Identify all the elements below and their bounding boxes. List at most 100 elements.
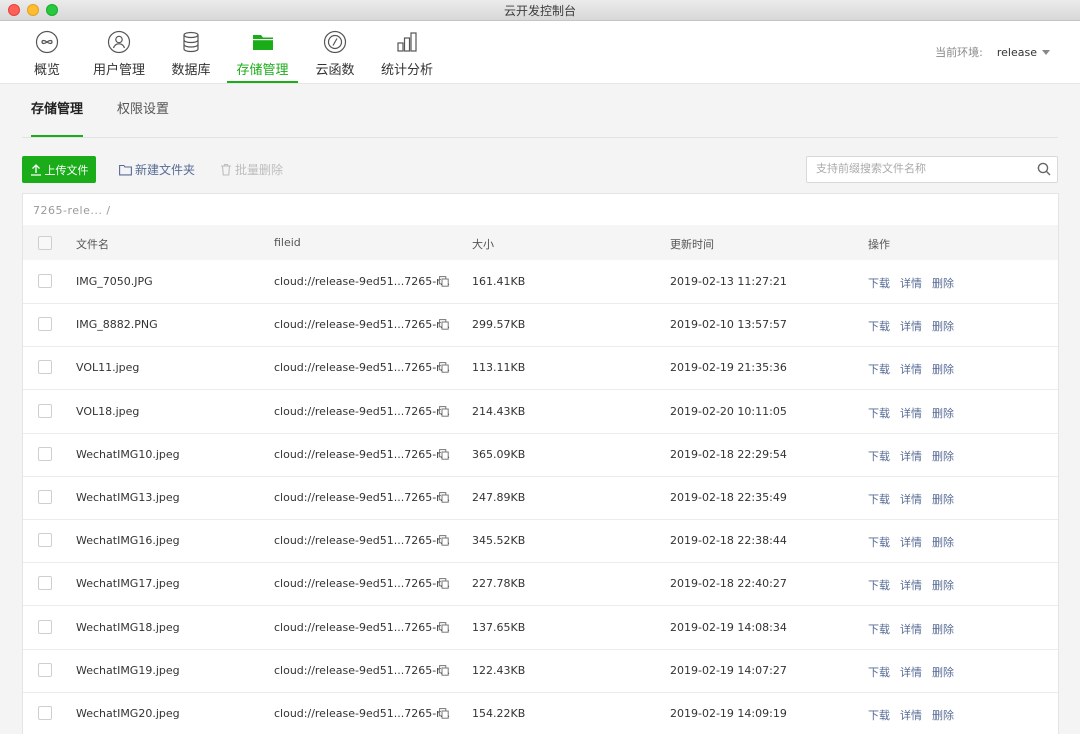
copy-icon[interactable] — [439, 362, 449, 374]
copy-icon[interactable] — [439, 621, 449, 633]
row-checkbox[interactable] — [38, 490, 52, 504]
copy-icon[interactable] — [439, 492, 449, 503]
row-checkbox[interactable] — [38, 446, 52, 461]
details-link[interactable]: 详情 — [900, 450, 922, 463]
folder-outline-icon — [119, 164, 132, 175]
delete-link[interactable]: 删除 — [932, 320, 954, 333]
delete-link[interactable]: 删除 — [932, 407, 954, 420]
table-row: IMG_7050.JPG cloud://release-9ed51...7265… — [23, 260, 1058, 304]
delete-link[interactable]: 删除 — [932, 623, 954, 636]
file-size: 227.78KB — [472, 577, 526, 591]
column-header-size[interactable]: 大小 — [472, 236, 494, 252]
batch-delete-button[interactable]: 批量删除 — [220, 156, 283, 183]
details-link[interactable]: 详情 — [900, 277, 922, 290]
row-checkbox[interactable] — [38, 662, 52, 677]
copy-icon[interactable] — [439, 276, 449, 287]
copy-icon[interactable] — [439, 448, 449, 460]
delete-link[interactable]: 删除 — [932, 363, 954, 376]
infinity-icon — [35, 30, 59, 54]
download-link[interactable]: 下载 — [868, 666, 890, 679]
delete-link[interactable]: 删除 — [932, 277, 954, 290]
toolbar: 上传文件 新建文件夹 批量删除 — [22, 156, 1058, 183]
details-link[interactable]: 详情 — [900, 536, 922, 549]
environment-dropdown[interactable]: release — [997, 46, 1050, 59]
upload-file-button[interactable]: 上传文件 — [22, 156, 96, 183]
file-name: VOL11.jpeg — [76, 361, 140, 375]
download-link[interactable]: 下载 — [868, 493, 890, 506]
tab-permissions[interactable]: 权限设置 — [117, 84, 169, 136]
row-checkbox[interactable] — [38, 403, 52, 418]
user-icon — [107, 30, 131, 54]
column-header-time[interactable]: 更新时间 — [670, 236, 714, 252]
nav-item-users[interactable]: 用户管理 — [92, 21, 146, 83]
nav-item-label: 概览 — [33, 63, 60, 78]
file-update-time: 2019-02-18 22:35:49 — [670, 491, 787, 504]
row-checkbox[interactable] — [38, 360, 52, 375]
details-link[interactable]: 详情 — [900, 623, 922, 636]
file-id: cloud://release-9ed51...7265-r... — [274, 404, 451, 418]
row-checkbox[interactable] — [38, 706, 52, 720]
nav-item-database[interactable]: 数据库 — [170, 21, 212, 83]
download-link[interactable]: 下载 — [868, 407, 890, 420]
breadcrumb[interactable]: 7265-rele... / — [33, 206, 111, 218]
tab-storage[interactable]: 存储管理 — [31, 84, 84, 137]
details-link[interactable]: 详情 — [900, 666, 922, 679]
download-link[interactable]: 下载 — [868, 709, 890, 722]
download-link[interactable]: 下载 — [868, 363, 890, 376]
row-actions: 下载 详情 删除 — [868, 361, 964, 377]
table-row: VOL11.jpeg cloud://release-9ed51...7265-r… — [23, 346, 1058, 391]
copy-icon[interactable] — [439, 405, 449, 417]
details-link[interactable]: 详情 — [900, 320, 922, 333]
copy-icon[interactable] — [439, 664, 449, 676]
download-link[interactable]: 下载 — [868, 320, 890, 333]
file-id: cloud://release-9ed51...7265-r... — [274, 491, 451, 504]
delete-link[interactable]: 删除 — [932, 666, 954, 679]
copy-icon[interactable] — [439, 578, 449, 590]
nav-item-overview[interactable]: 概览 — [30, 21, 64, 83]
bar-chart-icon — [397, 32, 417, 52]
download-link[interactable]: 下载 — [868, 450, 890, 463]
new-folder-button[interactable]: 新建文件夹 — [119, 156, 195, 183]
download-link[interactable]: 下载 — [868, 277, 890, 290]
column-header-name[interactable]: 文件名 — [76, 236, 109, 252]
download-link[interactable]: 下载 — [868, 536, 890, 549]
delete-link[interactable]: 删除 — [932, 536, 954, 549]
file-update-time: 2019-02-13 11:27:21 — [670, 275, 787, 288]
new-folder-label: 新建文件夹 — [135, 163, 196, 177]
file-id: cloud://release-9ed51...7265-r... — [274, 318, 451, 332]
details-link[interactable]: 详情 — [900, 493, 922, 506]
details-link[interactable]: 详情 — [900, 709, 922, 722]
details-link[interactable]: 详情 — [900, 363, 922, 376]
copy-icon[interactable] — [439, 708, 449, 719]
select-all-checkbox[interactable] — [38, 236, 52, 250]
nav-item-analytics[interactable]: 统计分析 — [380, 21, 434, 83]
file-size: 214.43KB — [472, 404, 526, 418]
delete-link[interactable]: 删除 — [932, 450, 954, 463]
row-actions: 下载 详情 删除 — [868, 534, 964, 550]
delete-link[interactable]: 删除 — [932, 493, 954, 506]
row-checkbox[interactable] — [38, 533, 52, 548]
download-link[interactable]: 下载 — [868, 623, 890, 636]
nav-item-label: 数据库 — [171, 63, 211, 78]
row-checkbox[interactable] — [38, 274, 52, 288]
delete-link[interactable]: 删除 — [932, 709, 954, 722]
file-name: WechatIMG10.jpeg — [76, 447, 180, 461]
details-link[interactable]: 详情 — [900, 579, 922, 592]
copy-icon[interactable] — [439, 319, 449, 330]
search-icon[interactable] — [1037, 162, 1051, 176]
nav-item-functions[interactable]: 云函数 — [314, 21, 356, 83]
file-id: cloud://release-9ed51...7265-r... — [274, 534, 451, 548]
search-input[interactable] — [807, 157, 1031, 180]
row-checkbox[interactable] — [38, 317, 52, 332]
download-link[interactable]: 下载 — [868, 579, 890, 592]
upload-file-label: 上传文件 — [44, 163, 89, 177]
search-box — [806, 156, 1058, 183]
delete-link[interactable]: 删除 — [932, 579, 954, 592]
nav-item-storage[interactable]: 存储管理 — [227, 21, 298, 83]
table-row: WechatIMG19.jpeg cloud://release-9ed51...… — [23, 649, 1058, 693]
row-checkbox[interactable] — [38, 576, 52, 591]
details-link[interactable]: 详情 — [900, 407, 922, 420]
copy-icon[interactable] — [439, 535, 449, 546]
top-nav: 概览 用户管理 数据库 存储管理 云函数 统计分析 当前环境: release — [0, 21, 1080, 84]
row-checkbox[interactable] — [38, 619, 52, 634]
